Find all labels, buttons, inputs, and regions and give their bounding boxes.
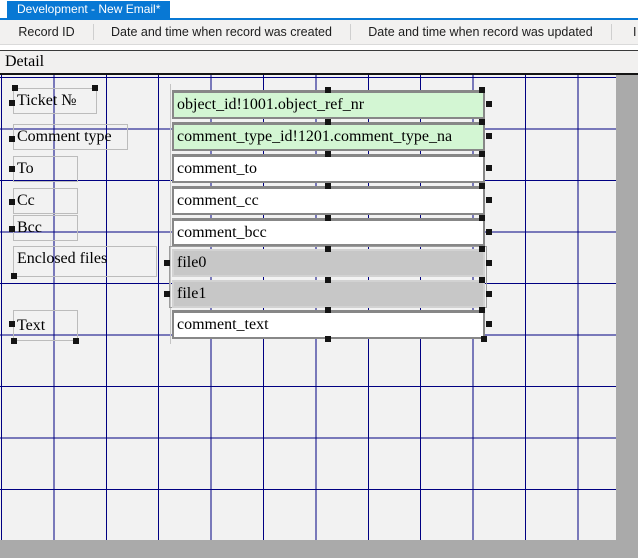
- selection-handle[interactable]: [486, 321, 492, 327]
- selection-handle[interactable]: [325, 215, 331, 221]
- selection-handle[interactable]: [479, 151, 485, 157]
- selection-handle[interactable]: [325, 87, 331, 93]
- tab-bar: Development - New Email*: [0, 0, 638, 20]
- selection-handle[interactable]: [9, 226, 15, 232]
- selection-handle[interactable]: [479, 215, 485, 221]
- selection-handle[interactable]: [479, 277, 485, 283]
- selection-handle[interactable]: [9, 199, 15, 205]
- selection-handle[interactable]: [92, 85, 98, 91]
- field-comment-text[interactable]: comment_text: [172, 310, 485, 339]
- selection-handle[interactable]: [9, 321, 15, 327]
- vertical-scrollbar[interactable]: [616, 75, 638, 558]
- selection-handle[interactable]: [325, 246, 331, 252]
- selection-handle[interactable]: [479, 246, 485, 252]
- selection-handle[interactable]: [325, 277, 331, 283]
- selection-handle[interactable]: [486, 133, 492, 139]
- field-file1[interactable]: file1: [172, 280, 485, 308]
- selection-handle[interactable]: [9, 136, 15, 142]
- selection-handle[interactable]: [486, 197, 492, 203]
- label-bcc[interactable]: Bcc: [13, 215, 78, 241]
- selection-handle[interactable]: [479, 307, 485, 313]
- field-file0[interactable]: file0: [172, 249, 485, 277]
- selection-handle[interactable]: [481, 336, 487, 342]
- selection-handle[interactable]: [486, 101, 492, 107]
- label-cc[interactable]: Cc: [13, 188, 78, 214]
- selection-handle[interactable]: [11, 338, 17, 344]
- field-comment-cc[interactable]: comment_cc: [172, 186, 485, 215]
- selection-handle[interactable]: [164, 291, 170, 297]
- label-comment-type[interactable]: Comment type: [13, 124, 128, 150]
- selection-handle[interactable]: [325, 183, 331, 189]
- selection-handle[interactable]: [486, 229, 492, 235]
- label-enclosed-files[interactable]: Enclosed files: [13, 246, 157, 277]
- selection-handle[interactable]: [325, 307, 331, 313]
- detail-band-header[interactable]: Detail: [0, 50, 638, 75]
- selection-handle[interactable]: [9, 166, 15, 172]
- column-record-id[interactable]: Record ID: [0, 20, 93, 44]
- field-object-ref-nr[interactable]: object_id!1001.object_ref_nr: [172, 90, 485, 119]
- label-to[interactable]: To: [13, 156, 78, 182]
- horizontal-scrollbar[interactable]: [0, 540, 638, 558]
- selection-handle[interactable]: [12, 85, 18, 91]
- column-header-band: Record ID Date and time when record was …: [0, 20, 638, 45]
- selection-handle[interactable]: [9, 100, 15, 106]
- selection-handle[interactable]: [164, 260, 170, 266]
- selection-handle[interactable]: [73, 338, 79, 344]
- field-comment-type[interactable]: comment_type_id!1201.comment_type_na: [172, 122, 485, 151]
- label-text[interactable]: Text: [13, 310, 78, 341]
- selection-handle[interactable]: [486, 165, 492, 171]
- column-updated[interactable]: Date and time when record was updated: [350, 20, 611, 44]
- selection-handle[interactable]: [479, 119, 485, 125]
- column-partial-next[interactable]: I: [611, 20, 638, 44]
- field-comment-to[interactable]: comment_to: [172, 154, 485, 183]
- label-ticket-nr[interactable]: Ticket №: [13, 88, 97, 114]
- column-created[interactable]: Date and time when record was created: [93, 20, 350, 44]
- selection-handle[interactable]: [325, 119, 331, 125]
- selection-handle[interactable]: [325, 336, 331, 342]
- field-comment-bcc[interactable]: comment_bcc: [172, 218, 485, 246]
- tab-development-new-email[interactable]: Development - New Email*: [7, 1, 170, 18]
- selection-handle[interactable]: [479, 183, 485, 189]
- selection-handle[interactable]: [325, 151, 331, 157]
- selection-handle[interactable]: [479, 87, 485, 93]
- selection-handle[interactable]: [486, 291, 492, 297]
- form-designer-window: { "tab": { "title": "Development - New E…: [0, 0, 638, 558]
- selection-handle[interactable]: [11, 273, 17, 279]
- selection-handle[interactable]: [486, 260, 492, 266]
